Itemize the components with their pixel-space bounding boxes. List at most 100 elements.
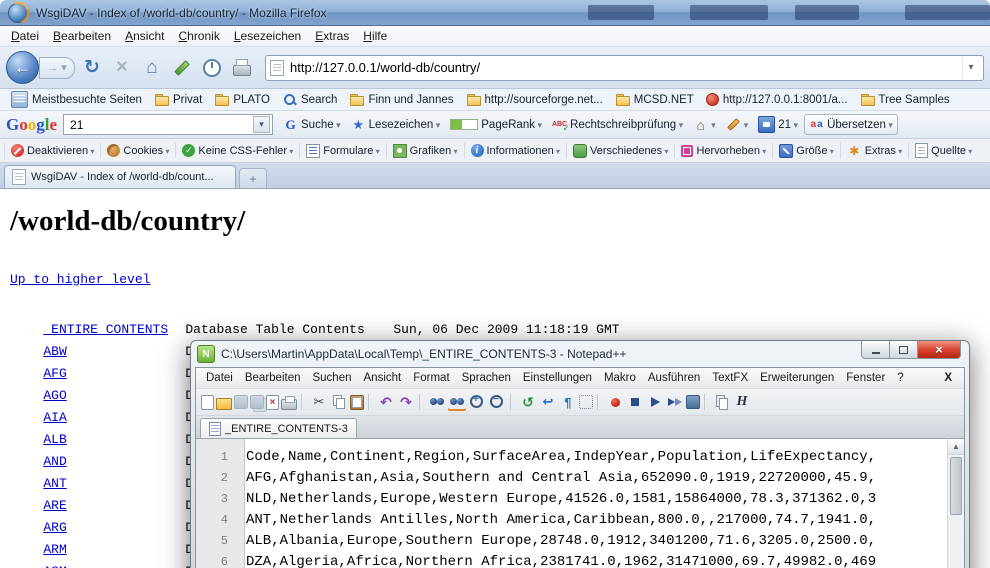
webdev-menu-button[interactable]: Formulare (299, 143, 385, 159)
menu-item[interactable]: Chronik (171, 27, 226, 45)
redo-icon[interactable] (397, 393, 415, 411)
save-icon[interactable] (234, 395, 248, 409)
notepad-menu-item[interactable]: Datei (200, 371, 239, 385)
webdev-menu-button[interactable]: Cookies (100, 143, 175, 158)
bookmark-item[interactable]: http://127.0.0.1:8001/a... (701, 92, 853, 107)
webdev-menu-button[interactable]: Quellte (908, 142, 978, 159)
entry-link[interactable]: ARE (43, 495, 185, 517)
menu-item[interactable]: Hilfe (356, 27, 394, 45)
hex-icon[interactable] (733, 393, 751, 411)
entry-link[interactable]: ARG (43, 517, 185, 539)
notepad-menu-item[interactable]: Fenster (840, 371, 891, 385)
webdev-menu-button[interactable]: Grafiken (386, 143, 464, 159)
entry-link[interactable]: ALB (43, 429, 185, 451)
notepad-document-tab[interactable]: _ENTIRE_CONTENTS-3 (200, 418, 357, 438)
google-toolbar-button[interactable]: Rechtschreibprüfung (548, 115, 687, 134)
stop-button[interactable] (109, 55, 135, 81)
notepad-menu-item[interactable]: Makro (598, 371, 642, 385)
menu-item[interactable]: Bearbeiten (46, 27, 118, 45)
menu-item[interactable]: Ansicht (118, 27, 171, 45)
webdev-menu-button[interactable]: Größe (772, 143, 839, 159)
notepad-menu-item[interactable]: Suchen (306, 371, 357, 385)
entry-link[interactable]: _ENTIRE_CONTENTS (43, 319, 185, 341)
webdev-menu-button[interactable]: Deaktivieren (4, 143, 100, 158)
notepad-menu-item[interactable]: Format (407, 371, 455, 385)
bookmark-item[interactable]: Search (277, 91, 342, 108)
maximize-button[interactable] (890, 341, 918, 359)
entry-link[interactable]: ABW (43, 341, 185, 363)
save-macro-icon[interactable] (686, 395, 700, 409)
entry-link[interactable]: AND (43, 451, 185, 473)
webdev-menu-button[interactable]: Hervorheben (674, 144, 772, 158)
entry-link[interactable]: AFG (43, 363, 185, 385)
close-icon[interactable] (266, 395, 279, 410)
notepad-titlebar[interactable]: C:\Users\Martin\AppData\Local\Temp\_ENTI… (191, 341, 969, 367)
zoom-out-icon[interactable] (488, 393, 506, 411)
webdev-menu-button[interactable]: Informationen (464, 143, 567, 158)
entry-link[interactable]: ASM (43, 561, 185, 568)
url-dropdown-button[interactable] (962, 58, 979, 78)
google-search-box[interactable]: 21 (63, 114, 273, 135)
notepad-menu-x[interactable]: X (936, 371, 960, 385)
google-search-dropdown-icon[interactable] (253, 116, 270, 133)
browser-tab[interactable]: WsgiDAV - Index of /world-db/count... (4, 165, 236, 188)
back-button[interactable] (6, 51, 39, 84)
up-to-higher-level-link[interactable]: Up to higher level (10, 272, 150, 287)
bookmark-item[interactable]: Tree Samples (855, 91, 955, 108)
entry-link[interactable]: AIA (43, 407, 185, 429)
find-icon[interactable] (428, 393, 446, 411)
bookmark-item[interactable]: Privat (149, 91, 207, 108)
notepad-menu-item[interactable]: ? (891, 371, 909, 385)
reload-button[interactable] (79, 55, 105, 81)
guide-icon[interactable] (579, 395, 593, 409)
print-button[interactable] (229, 55, 255, 81)
menu-item[interactable]: Extras (308, 27, 356, 45)
play-all-icon[interactable] (666, 393, 684, 411)
scrollbar-thumb[interactable] (950, 457, 962, 515)
entry-link[interactable]: ARM (43, 539, 185, 561)
menu-item[interactable]: Lesezeichen (227, 27, 308, 45)
undo-icon[interactable] (377, 393, 395, 411)
copy-icon[interactable] (330, 393, 348, 411)
google-toolbar-button[interactable] (722, 115, 753, 134)
notepad-menu-item[interactable]: Ausführen (642, 371, 706, 385)
google-toolbar-button[interactable]: 21 (754, 114, 802, 135)
editor-scrollbar[interactable] (947, 439, 964, 568)
entry-link[interactable]: ANT (43, 473, 185, 495)
google-toolbar-button[interactable] (689, 115, 720, 134)
url-bar[interactable]: http://127.0.0.1/world-db/country/ (265, 55, 984, 81)
firefox-titlebar[interactable]: WsgiDAV - Index of /world-db/country/ - … (0, 0, 990, 26)
notepad-menu-item[interactable]: Ansicht (358, 371, 408, 385)
notepad-menu-item[interactable]: TextFX (706, 371, 754, 385)
play-icon[interactable] (646, 393, 664, 411)
home-button[interactable] (139, 55, 165, 81)
scroll-up-icon[interactable] (948, 439, 964, 455)
history-clock-button[interactable] (199, 55, 225, 81)
google-toolbar-button[interactable]: Suche (279, 115, 345, 134)
cut-icon[interactable] (310, 393, 328, 411)
compose-button[interactable] (169, 55, 195, 81)
zoom-in-icon[interactable] (468, 393, 486, 411)
save-all-icon[interactable] (250, 395, 264, 409)
google-toolbar-button[interactable]: Lesezeichen (347, 115, 445, 134)
webdev-menu-button[interactable]: Extras (840, 142, 908, 159)
entry-link[interactable]: AGO (43, 385, 185, 407)
notepad-menu-item[interactable]: Erweiterungen (754, 371, 840, 385)
menu-item[interactable]: Datei (4, 27, 46, 45)
bookmark-item[interactable]: http://sourceforge.net... (461, 91, 608, 108)
bookmark-item[interactable]: Finn und Jannes (344, 91, 458, 108)
new-icon[interactable] (201, 395, 214, 410)
bookmark-item[interactable]: PLATO (209, 91, 275, 108)
notepad-menu-item[interactable]: Bearbeiten (239, 371, 307, 385)
paste-icon[interactable] (350, 395, 364, 410)
replace-icon[interactable] (448, 393, 466, 411)
minimize-button[interactable] (861, 341, 890, 359)
forward-button[interactable] (39, 57, 75, 79)
doc-switch-icon[interactable] (713, 393, 731, 411)
sync-icon[interactable] (519, 393, 537, 411)
webdev-menu-button[interactable]: Keine CSS-Fehler (175, 143, 299, 158)
print-icon[interactable] (281, 399, 297, 410)
google-toolbar-button[interactable]: PageRank (446, 117, 546, 133)
open-icon[interactable] (216, 398, 232, 410)
wrap-icon[interactable] (539, 393, 557, 411)
